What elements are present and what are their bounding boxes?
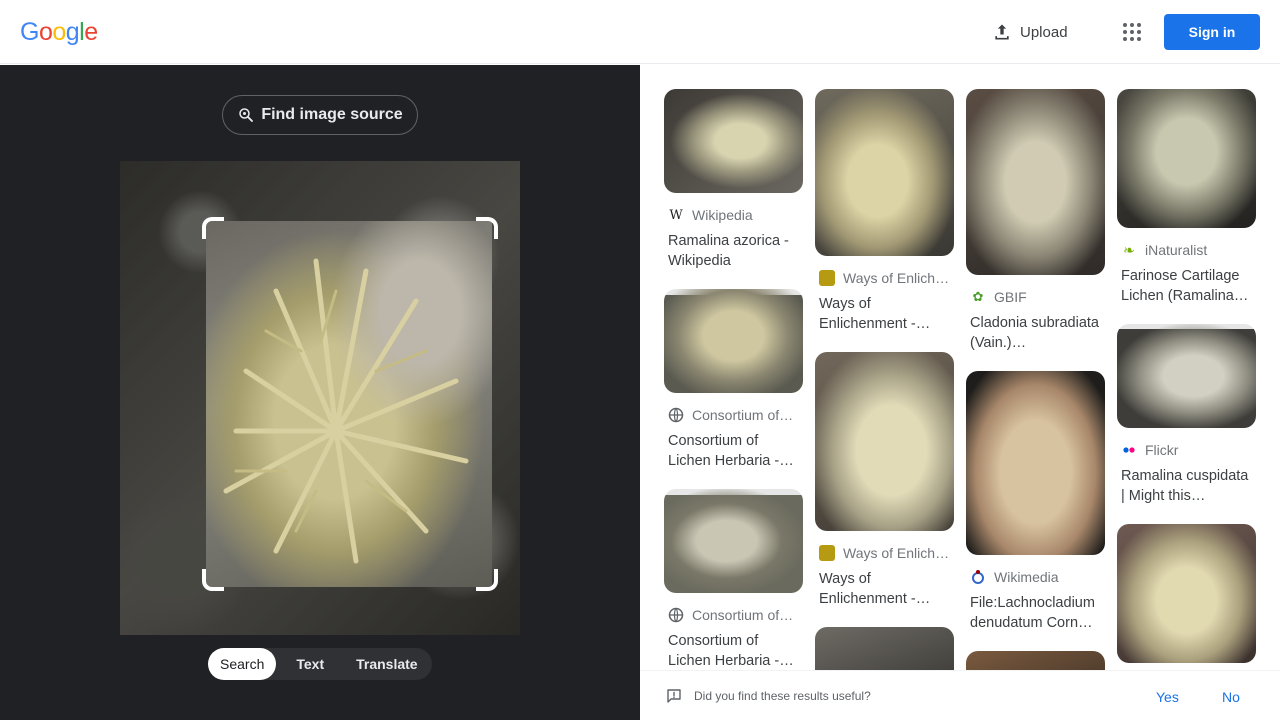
feedback-no-button[interactable]: No — [1222, 689, 1240, 705]
result-source[interactable]: ✿ GBIF — [966, 287, 1105, 307]
wikimedia-icon — [970, 569, 986, 585]
result-source[interactable]: Consortium of… — [664, 405, 803, 425]
result-title[interactable]: Ramalina cuspidata | Might this… — [1117, 466, 1256, 506]
feedback-question: Did you find these results useful? — [694, 689, 871, 703]
result-title[interactable]: Ways of Enlichenment -… — [815, 294, 954, 334]
result-card[interactable]: Consortium of… Consortium of Lichen Herb… — [664, 289, 803, 471]
result-card[interactable]: Flickr Ramalina cuspidata | Might this… — [1117, 324, 1256, 506]
source-name: Ways of Enlich… — [843, 270, 950, 286]
result-thumbnail[interactable] — [664, 89, 803, 193]
source-name: Wikipedia — [692, 207, 753, 223]
result-title[interactable]: Farinose Cartilage Lichen (Ramalina… — [1117, 266, 1256, 306]
result-card[interactable]: W Wikipedia Ramalina azorica - Wikipedia — [664, 89, 803, 271]
result-card[interactable]: Consortium of… Consortium of Lichen Herb… — [664, 489, 803, 670]
top-bar: Google Upload Sign in — [0, 0, 1280, 64]
result-thumbnail[interactable] — [966, 651, 1105, 670]
site-favicon — [819, 270, 835, 286]
logo-letter: o — [52, 18, 66, 46]
source-name: GBIF — [994, 289, 1027, 305]
query-image-panel: Find image source Search Text Translate — [0, 65, 640, 720]
result-thumbnail[interactable] — [1117, 524, 1256, 663]
source-name: Ways of Enlich… — [843, 545, 950, 561]
wikipedia-icon: W — [669, 207, 683, 223]
source-name: Wikimedia — [994, 569, 1059, 585]
find-source-label: Find image source — [261, 106, 403, 123]
result-thumbnail[interactable] — [815, 352, 954, 531]
result-title[interactable]: Ramalina azorica - Wikipedia — [664, 231, 803, 271]
mode-search[interactable]: Search — [208, 648, 277, 680]
results-column: ✿ GBIF Cladonia subradiata (Vain.)… Wiki… — [966, 89, 1105, 670]
result-title[interactable]: File:Lachnocladium denudatum Corn… — [966, 593, 1105, 633]
result-source[interactable]: ❧ iNaturalist — [1117, 240, 1256, 260]
flickr-icon — [1121, 442, 1137, 458]
upload-button[interactable]: Upload — [992, 20, 1068, 44]
result-thumbnail[interactable] — [815, 627, 954, 670]
result-thumbnail[interactable] — [664, 289, 803, 393]
result-source[interactable]: W Wikipedia — [664, 205, 803, 225]
result-thumbnail[interactable] — [966, 89, 1105, 275]
sign-in-button[interactable]: Sign in — [1164, 14, 1260, 50]
result-card[interactable]: Ways of Enlich… Ways of Enlichenment -… — [815, 352, 954, 609]
result-card[interactable]: ✿ GBIF Cladonia subradiata (Vain.)… — [966, 89, 1105, 353]
feedback-yes-button[interactable]: Yes — [1156, 689, 1179, 705]
result-card[interactable]: ❧ iNaturalist Farinose Cartilage Lichen … — [1117, 89, 1256, 306]
result-card[interactable] — [1117, 524, 1256, 663]
result-source[interactable]: Flickr — [1117, 440, 1256, 460]
crop-handle-top-right[interactable] — [476, 217, 498, 239]
lichen-subject — [223, 258, 469, 564]
result-thumbnail[interactable] — [815, 89, 954, 256]
upload-label: Upload — [1020, 23, 1068, 41]
logo-letter: G — [20, 18, 39, 46]
result-source[interactable]: Ways of Enlich… — [815, 268, 954, 288]
site-favicon — [819, 545, 835, 561]
result-title[interactable]: Ways of Enlichenment -… — [815, 569, 954, 609]
result-card[interactable]: Wikimedia File:Lachnocladium denudatum C… — [966, 371, 1105, 633]
mode-translate[interactable]: Translate — [344, 648, 429, 680]
result-thumbnail[interactable] — [966, 371, 1105, 555]
results-column: ❧ iNaturalist Farinose Cartilage Lichen … — [1117, 89, 1256, 670]
visual-matches: W Wikipedia Ramalina azorica - Wikipedia… — [640, 65, 1280, 670]
crop-handle-bottom-right[interactable] — [476, 569, 498, 591]
result-thumbnail[interactable] — [1117, 89, 1256, 228]
source-name: Flickr — [1145, 442, 1179, 458]
result-source[interactable]: Ways of Enlich… — [815, 543, 954, 563]
query-image — [120, 161, 520, 635]
results-column: W Wikipedia Ramalina azorica - Wikipedia… — [664, 89, 803, 670]
lens-search-icon — [239, 108, 254, 122]
result-title[interactable]: Cladonia subradiata (Vain.)… — [966, 313, 1105, 353]
source-name: Consortium of… — [692, 407, 794, 423]
feedback-icon — [667, 689, 681, 703]
result-thumbnail[interactable] — [1117, 324, 1256, 428]
result-source[interactable]: Consortium of… — [664, 605, 803, 625]
results-column: Ways of Enlich… Ways of Enlichenment -… … — [815, 89, 954, 670]
result-card[interactable] — [815, 627, 954, 670]
mode-text[interactable]: Text — [284, 648, 336, 680]
result-card[interactable]: Ways of Enlich… Ways of Enlichenment -… — [815, 89, 954, 334]
inaturalist-icon: ❧ — [1123, 241, 1135, 258]
logo-letter: g — [65, 18, 80, 46]
apps-grid-icon[interactable] — [1120, 20, 1144, 44]
logo-letter: e — [84, 18, 98, 46]
result-title[interactable]: Consortium of Lichen Herbaria -… — [664, 631, 803, 670]
globe-icon — [668, 607, 684, 623]
result-thumbnail[interactable] — [664, 489, 803, 593]
logo-letter: o — [38, 18, 53, 46]
result-title[interactable]: Consortium of Lichen Herbaria -… — [664, 431, 803, 471]
mode-switcher: Search Text Translate — [208, 648, 432, 680]
find-image-source-button[interactable]: Find image source — [222, 95, 418, 135]
google-logo[interactable]: Google — [20, 18, 98, 47]
source-name: Consortium of… — [692, 607, 794, 623]
source-name: iNaturalist — [1145, 242, 1208, 258]
gbif-icon: ✿ — [972, 289, 984, 304]
upload-icon — [995, 24, 1009, 40]
crop-handle-bottom-left[interactable] — [202, 569, 224, 591]
globe-icon — [668, 407, 684, 423]
result-source[interactable]: Wikimedia — [966, 567, 1105, 587]
result-card[interactable] — [966, 651, 1105, 670]
crop-handle-top-left[interactable] — [202, 217, 224, 239]
feedback-bar: Did you find these results useful? Yes N… — [640, 670, 1280, 720]
